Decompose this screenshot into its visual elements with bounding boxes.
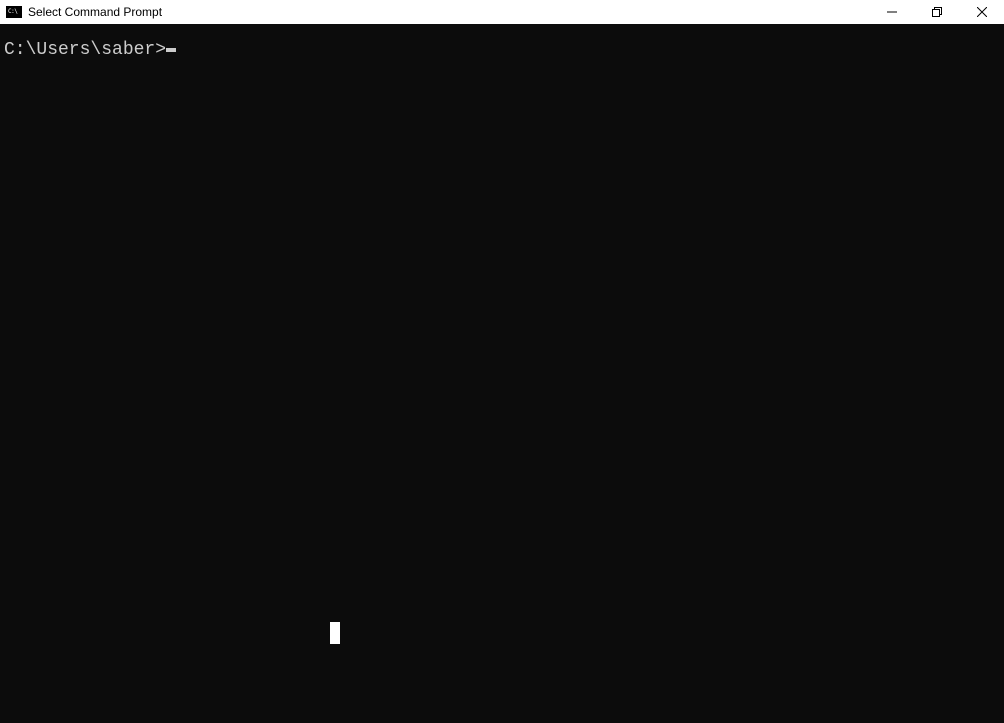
titlebar[interactable]: C:\ Select Command Prompt	[0, 0, 1004, 24]
terminal-output[interactable]: C:\Users\saber>	[0, 24, 1004, 723]
selection-cursor	[330, 622, 340, 644]
maximize-button[interactable]	[914, 0, 959, 24]
minimize-button[interactable]	[869, 0, 914, 24]
app-icon: C:\	[6, 6, 22, 18]
minimize-icon	[887, 7, 897, 17]
text-cursor	[166, 48, 176, 52]
app-icon-text: C:\	[8, 9, 17, 15]
maximize-icon	[932, 7, 942, 17]
prompt-text: C:\Users\saber>	[4, 40, 166, 62]
close-icon	[977, 7, 987, 17]
close-button[interactable]	[959, 0, 1004, 24]
window-title: Select Command Prompt	[28, 5, 869, 19]
window-controls	[869, 0, 1004, 24]
prompt-line: C:\Users\saber>	[4, 40, 1000, 62]
